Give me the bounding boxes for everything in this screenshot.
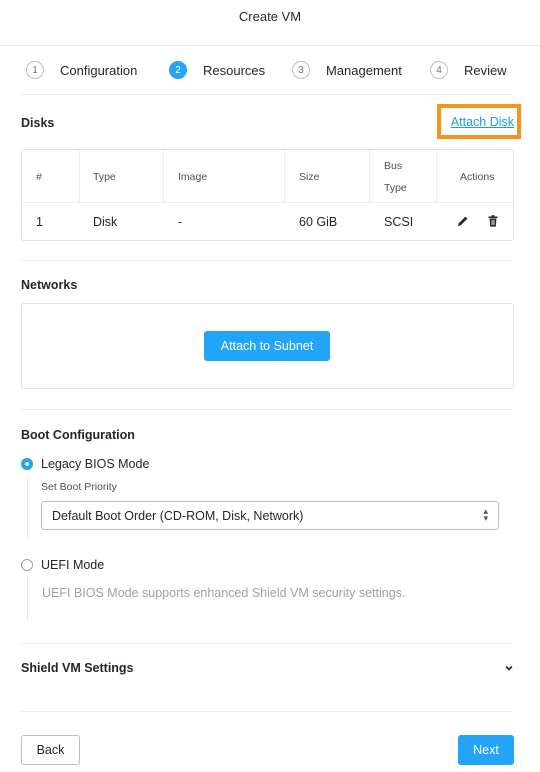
column-header-actions: Actions (460, 170, 495, 183)
boot-configuration-heading: Boot Configuration (21, 428, 135, 442)
boot-priority-label: Set Boot Priority (41, 481, 117, 493)
indent-line (27, 476, 28, 538)
step-number: 4 (430, 61, 448, 79)
step-label: Management (326, 62, 402, 78)
step-label: Resources (203, 62, 266, 78)
cell-size: 60 GiB (299, 215, 338, 229)
pencil-icon[interactable] (456, 214, 470, 228)
chevron-down-icon (505, 665, 513, 671)
attach-to-subnet-button[interactable]: Attach to Subnet (204, 331, 330, 361)
column-header-bus-type: Bus Type (384, 159, 407, 194)
column-header-size: Size (299, 170, 320, 183)
boot-priority-select[interactable]: Default Boot Order (CD-ROM, Disk, Networ… (41, 501, 499, 530)
step-number: 1 (26, 61, 44, 79)
uefi-hint-text: UEFI BIOS Mode supports enhanced Shield … (42, 586, 406, 600)
step-label: Configuration (60, 62, 138, 78)
cell-type: Disk (93, 215, 118, 229)
disks-table: # Type Image Size Bus Type Actions 1 Dis… (21, 149, 514, 241)
uefi-mode-radio[interactable] (21, 559, 33, 571)
shield-vm-settings-heading: Shield VM Settings (21, 661, 134, 675)
wizard-steps: 1 Configuration 2 Resources 3 Management… (26, 58, 514, 82)
select-arrows-icon: ▴ ▾ (483, 506, 488, 523)
column-header-type: Type (93, 170, 116, 183)
step-number: 2 (169, 61, 187, 79)
column-header-number: # (36, 170, 42, 183)
divider (21, 643, 513, 644)
cell-bus-type: SCSI (384, 215, 414, 229)
divider (21, 409, 513, 410)
step-resources[interactable]: 2 Resources (169, 58, 265, 82)
step-configuration[interactable]: 1 Configuration (26, 58, 137, 82)
column-header-image: Image (178, 170, 208, 183)
next-button[interactable]: Next (458, 735, 514, 765)
legacy-bios-label: Legacy BIOS Mode (41, 457, 150, 471)
divider (21, 260, 513, 261)
networks-heading: Networks (21, 278, 78, 292)
dialog-title: Create VM (0, 0, 540, 46)
uefi-mode-label: UEFI Mode (41, 558, 105, 572)
cell-number: 1 (36, 215, 43, 229)
divider (21, 94, 513, 95)
shield-vm-settings-toggle[interactable]: Shield VM Settings (21, 658, 514, 678)
cell-image: - (178, 215, 183, 229)
trash-icon[interactable] (486, 214, 500, 228)
indent-line (27, 576, 28, 620)
back-button[interactable]: Back (21, 735, 80, 765)
step-review[interactable]: 4 Review (430, 58, 507, 82)
step-number: 3 (292, 61, 310, 79)
step-management[interactable]: 3 Management (292, 58, 402, 82)
divider (21, 711, 513, 712)
attach-disk-link[interactable]: Attach Disk (437, 104, 521, 139)
legacy-bios-radio[interactable] (21, 458, 33, 470)
disks-heading: Disks (21, 116, 55, 130)
step-label: Review (464, 62, 507, 78)
boot-priority-value: Default Boot Order (CD-ROM, Disk, Networ… (52, 508, 304, 523)
